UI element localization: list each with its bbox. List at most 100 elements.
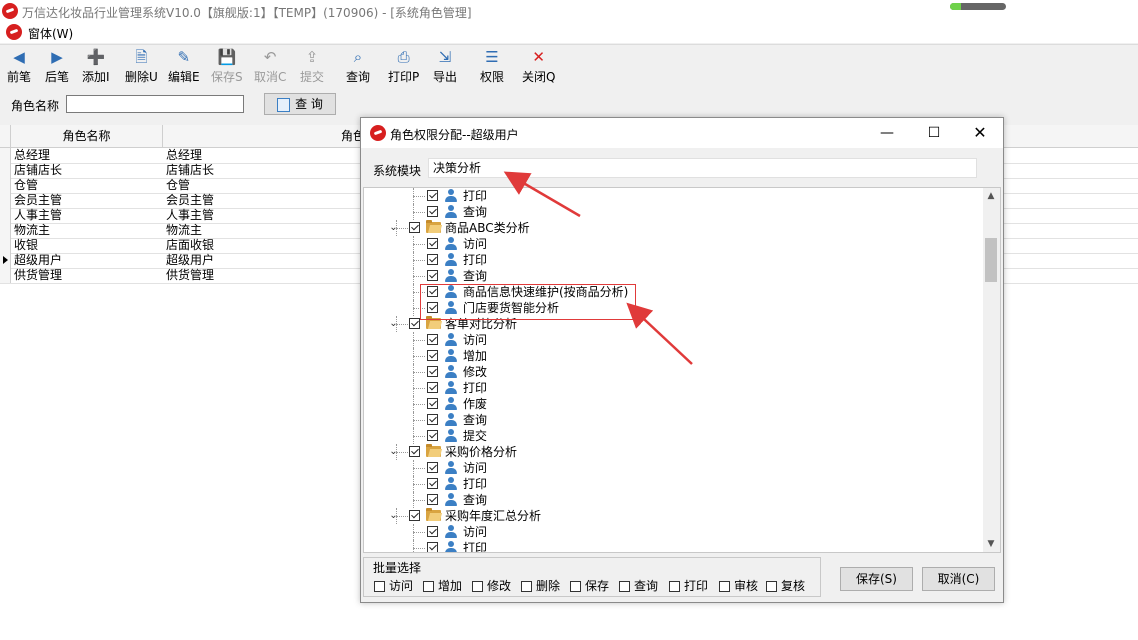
toolbar-button-10[interactable]: ⇲ 导出 [433, 48, 457, 86]
node-checkbox[interactable] [427, 270, 438, 281]
row-selector[interactable] [0, 148, 11, 163]
node-checkbox[interactable] [409, 510, 420, 521]
checkbox-icon[interactable] [472, 581, 483, 592]
node-checkbox[interactable] [409, 446, 420, 457]
tree-leaf-node[interactable]: 访问 [364, 332, 964, 348]
role-desc-cell[interactable]: 会员主管 [166, 193, 356, 208]
tree-leaf-node[interactable]: 打印 [364, 188, 964, 204]
role-name-cell[interactable]: 仓管 [14, 178, 162, 193]
node-checkbox[interactable] [427, 430, 438, 441]
role-desc-cell[interactable]: 超级用户 [166, 253, 356, 268]
menu-logo-icon[interactable] [6, 24, 22, 40]
tree-folder-node[interactable]: ⌄ 采购价格分析 [364, 444, 964, 460]
role-name-cell[interactable]: 店铺店长 [14, 163, 162, 178]
node-checkbox[interactable] [427, 462, 438, 473]
toolbar-button-12[interactable]: ✕ 关闭Q [522, 48, 555, 86]
tree-leaf-node[interactable]: 查询 [364, 492, 964, 508]
batch-checkbox[interactable]: 打印 [669, 577, 708, 594]
node-checkbox[interactable] [409, 318, 420, 329]
batch-checkbox[interactable]: 审核 [719, 577, 758, 594]
toolbar-button-7[interactable]: ⇪ 提交 [300, 48, 324, 86]
chevron-down-icon[interactable]: ⌄ [389, 444, 398, 460]
node-checkbox[interactable] [427, 206, 438, 217]
tree-scrollbar[interactable]: ▲ ▼ [983, 188, 1000, 552]
checkbox-icon[interactable] [374, 581, 385, 592]
role-desc-cell[interactable]: 供货管理 [166, 268, 356, 283]
role-name-cell[interactable]: 供货管理 [14, 268, 162, 283]
role-name-input[interactable] [66, 95, 244, 113]
role-desc-cell[interactable]: 人事主管 [166, 208, 356, 223]
checkbox-icon[interactable] [766, 581, 777, 592]
toolbar-button-3[interactable]: 🗎 删除U [125, 48, 158, 86]
role-name-cell[interactable]: 总经理 [14, 148, 162, 163]
checkbox-icon[interactable] [619, 581, 630, 592]
node-checkbox[interactable] [409, 222, 420, 233]
row-selector[interactable] [0, 223, 11, 238]
node-checkbox[interactable] [427, 382, 438, 393]
tree-folder-node[interactable]: ⌄ 采购年度汇总分析 [364, 508, 964, 524]
batch-checkbox[interactable]: 增加 [423, 577, 462, 594]
tree-leaf-node[interactable]: 增加 [364, 348, 964, 364]
row-selector[interactable] [0, 178, 11, 193]
node-checkbox[interactable] [427, 254, 438, 265]
node-checkbox[interactable] [427, 334, 438, 345]
node-checkbox[interactable] [427, 478, 438, 489]
role-desc-cell[interactable]: 物流主 [166, 223, 356, 238]
tree-leaf-node[interactable]: 打印 [364, 252, 964, 268]
current-row-indicator-icon[interactable] [0, 253, 11, 268]
tree-leaf-node[interactable]: 提交 [364, 428, 964, 444]
tree-leaf-node[interactable]: 查询 [364, 268, 964, 284]
role-name-cell[interactable]: 收银 [14, 238, 162, 253]
role-desc-cell[interactable]: 店面收银 [166, 238, 356, 253]
tree-leaf-node[interactable]: 修改 [364, 364, 964, 380]
toolbar-button-2[interactable]: ➕ 添加I [82, 48, 110, 86]
row-selector[interactable] [0, 238, 11, 253]
minimize-button[interactable]: — [877, 124, 897, 142]
scroll-down-icon[interactable]: ▼ [986, 539, 996, 549]
tree-leaf-node[interactable]: 查询 [364, 204, 964, 220]
dialog-save-button[interactable]: 保存(S) [840, 567, 913, 591]
chevron-down-icon[interactable]: ⌄ [389, 316, 398, 332]
tree-leaf-node[interactable]: 查询 [364, 412, 964, 428]
maximize-button[interactable]: ☐ [924, 124, 944, 142]
node-checkbox[interactable] [427, 414, 438, 425]
node-checkbox[interactable] [427, 350, 438, 361]
checkbox-icon[interactable] [521, 581, 532, 592]
row-selector[interactable] [0, 163, 11, 178]
scroll-up-icon[interactable]: ▲ [986, 191, 996, 201]
menu-window[interactable]: 窗体(W) [28, 25, 73, 42]
toolbar-button-11[interactable]: ☰ 权限 [480, 48, 504, 86]
toolbar-button-4[interactable]: ✎ 编辑E [168, 48, 200, 86]
batch-checkbox[interactable]: 修改 [472, 577, 511, 594]
dialog-close-button[interactable]: ✕ [970, 124, 990, 142]
role-name-cell[interactable]: 超级用户 [14, 253, 162, 268]
tree-leaf-node[interactable]: 访问 [364, 524, 964, 540]
toolbar-button-5[interactable]: 💾 保存S [211, 48, 243, 86]
query-button[interactable]: 查 询 [264, 93, 336, 115]
role-desc-cell[interactable]: 仓管 [166, 178, 356, 193]
dialog-cancel-button[interactable]: 取消(C) [922, 567, 995, 591]
batch-checkbox[interactable]: 访问 [374, 577, 413, 594]
toolbar-button-8[interactable]: ⌕ 查询 [346, 48, 370, 86]
node-checkbox[interactable] [427, 238, 438, 249]
row-selector[interactable] [0, 268, 11, 283]
tree-leaf-node[interactable]: 打印 [364, 540, 964, 552]
node-checkbox[interactable] [427, 542, 438, 552]
node-checkbox[interactable] [427, 494, 438, 505]
module-field[interactable]: 决策分析 [428, 158, 977, 178]
batch-checkbox[interactable]: 查询 [619, 577, 658, 594]
node-checkbox[interactable] [427, 398, 438, 409]
checkbox-icon[interactable] [423, 581, 434, 592]
node-checkbox[interactable] [427, 366, 438, 377]
checkbox-icon[interactable] [570, 581, 581, 592]
batch-checkbox[interactable]: 删除 [521, 577, 560, 594]
tree-leaf-node[interactable]: 作废 [364, 396, 964, 412]
tree-leaf-node[interactable]: 访问 [364, 460, 964, 476]
tree-leaf-node[interactable]: 打印 [364, 476, 964, 492]
role-name-cell[interactable]: 人事主管 [14, 208, 162, 223]
role-desc-cell[interactable]: 总经理 [166, 148, 356, 163]
tree-leaf-node[interactable]: 访问 [364, 236, 964, 252]
chevron-down-icon[interactable]: ⌄ [389, 508, 398, 524]
tree-folder-node[interactable]: ⌄ 商品ABC类分析 [364, 220, 964, 236]
toolbar-button-0[interactable]: ◀ 前笔 [7, 48, 31, 86]
